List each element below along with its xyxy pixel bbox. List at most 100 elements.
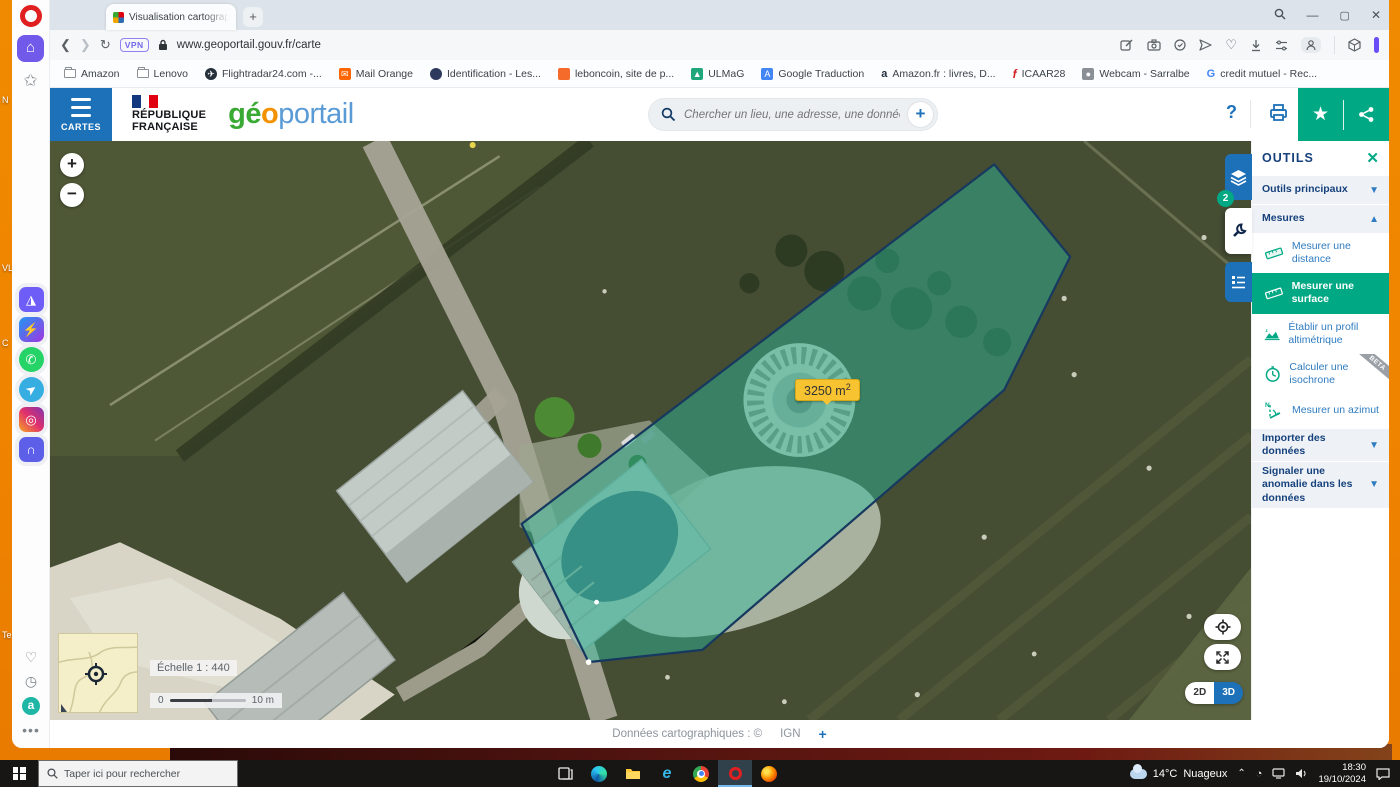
close-button[interactable]: ✕	[1371, 8, 1381, 22]
tool-mesurer-distance[interactable]: Mesurer une distance	[1252, 233, 1389, 273]
bookmark-item[interactable]: Gcredit mutuel - Rec...	[1207, 68, 1317, 80]
favorites-heart-icon[interactable]: ♡	[25, 649, 38, 666]
toggle-3d[interactable]: 3D	[1214, 682, 1243, 704]
bookmark-item[interactable]: ▲ULMaG	[691, 68, 744, 80]
tool-profil-altimetrique[interactable]: z Établir un profil altimétrique	[1252, 314, 1389, 354]
badge-shield-icon[interactable]	[1174, 39, 1186, 52]
panel-close-icon[interactable]: ✕	[1366, 149, 1379, 167]
bookmark-item[interactable]: ✉Mail Orange	[339, 68, 413, 80]
toggle-2d[interactable]: 2D	[1185, 682, 1214, 704]
network-display-icon[interactable]	[1272, 768, 1285, 779]
start-button[interactable]	[0, 760, 38, 787]
taskbar-clock[interactable]: 18:30 19/10/2024	[1318, 762, 1366, 786]
profile-icon[interactable]	[1301, 37, 1321, 53]
geolocate-button[interactable]	[1204, 614, 1241, 640]
sidebar-panel-toggle[interactable]	[1374, 37, 1379, 53]
search-input[interactable]	[684, 109, 900, 121]
firefox-icon[interactable]	[752, 760, 786, 787]
task-view-button[interactable]	[548, 760, 582, 787]
reload-icon[interactable]: ↻	[100, 37, 111, 53]
opera-menu-icon[interactable]	[20, 5, 42, 27]
attribution-ign[interactable]: IGN	[780, 728, 800, 740]
bookmark-item[interactable]: Amazon	[64, 68, 120, 80]
browser-tab[interactable]: Visualisation cartographique	[106, 4, 236, 30]
internet-explorer-icon[interactable]: e	[650, 760, 684, 787]
bookmark-item[interactable]: ●Webcam - Sarralbe	[1082, 68, 1189, 80]
geoportail-logo[interactable]: géoportail	[228, 98, 354, 131]
url-text[interactable]: www.geoportail.gouv.fr/carte	[177, 39, 1112, 51]
minimize-button[interactable]: —	[1307, 8, 1319, 22]
maximize-button[interactable]: ▢	[1340, 9, 1350, 22]
opera-icon-active[interactable]	[718, 760, 752, 787]
tool-calculer-isochrone[interactable]: Calculer une isochrone BETA	[1252, 354, 1389, 394]
notification-center-icon[interactable]	[1376, 768, 1390, 780]
player-app-icon[interactable]: ∩	[19, 437, 44, 462]
zoom-out-button[interactable]: −	[60, 183, 84, 207]
new-tab-button[interactable]: +	[243, 7, 263, 27]
scale-bar: 0 10 m	[150, 693, 282, 708]
zoom-in-button[interactable]: +	[60, 153, 84, 177]
search-bar[interactable]: +	[648, 98, 938, 131]
download-icon[interactable]	[1250, 39, 1262, 52]
taskbar-weather[interactable]: 14°C Nuageux	[1130, 768, 1228, 780]
section-mesures[interactable]: Mesures▲	[1252, 204, 1389, 233]
tweaks-icon[interactable]	[1275, 40, 1288, 51]
bookmark-item[interactable]: Identification - Les...	[430, 68, 541, 80]
bookmark-item[interactable]: aAmazon.fr : livres, D...	[881, 68, 995, 80]
history-clock-icon[interactable]: ◷	[25, 673, 37, 690]
tab-search-icon[interactable]	[1274, 8, 1286, 23]
share-button[interactable]	[1344, 106, 1389, 123]
fullscreen-button[interactable]	[1204, 644, 1241, 670]
cartes-menu-button[interactable]: CARTES	[50, 88, 112, 141]
bookmarks-icon[interactable]: ✩	[12, 71, 49, 91]
tray-app-icon[interactable]: ◔	[1256, 768, 1263, 780]
bookmark-item[interactable]: ✈Flightradar24.com -...	[205, 68, 322, 80]
messenger-icon[interactable]: ⚡	[19, 317, 44, 342]
section-outils-principaux[interactable]: Outils principaux▼	[1252, 175, 1389, 204]
chrome-icon[interactable]	[684, 760, 718, 787]
desktop-icon-label: Te	[2, 630, 12, 640]
back-icon[interactable]: ❮	[60, 37, 71, 53]
vpn-badge[interactable]: VPN	[120, 38, 149, 52]
file-explorer-icon[interactable]	[616, 760, 650, 787]
edit-page-icon[interactable]	[1120, 38, 1134, 52]
aria-app-icon[interactable]: ◮	[19, 287, 44, 312]
search-add-button[interactable]: +	[908, 102, 933, 127]
heart-icon[interactable]: ♡	[1225, 37, 1237, 53]
overview-minimap[interactable]	[58, 633, 138, 713]
tab-favicon	[113, 12, 124, 23]
telegram-icon[interactable]: ➤	[19, 377, 44, 402]
help-button[interactable]: ?	[1226, 102, 1237, 123]
ruler-icon	[1264, 245, 1284, 261]
sidebar-more-icon[interactable]: •••	[22, 722, 40, 738]
layers-tab[interactable]: 2	[1225, 154, 1252, 200]
extensions-cube-icon[interactable]	[1348, 38, 1361, 52]
bookmark-item[interactable]: fICAAR28	[1013, 67, 1066, 81]
map-canvas[interactable]: + − 3250 m2	[50, 141, 1251, 720]
section-signaler-anomalie[interactable]: Signaler une anomalie dans les données▼	[1252, 461, 1389, 507]
taskbar-search[interactable]: Taper ici pour rechercher	[38, 760, 238, 787]
flow-send-icon[interactable]	[1199, 39, 1212, 51]
leboncoin-icon	[558, 68, 570, 80]
favorites-star-button[interactable]: ★	[1298, 103, 1343, 126]
tool-mesurer-surface[interactable]: Mesurer une surface	[1252, 273, 1389, 313]
bookmark-item[interactable]: leboncoin, site de p...	[558, 68, 674, 80]
amazon-sidebar-icon[interactable]: a	[22, 697, 40, 715]
tray-expand-icon[interactable]: ⌃	[1237, 768, 1245, 779]
tool-mesurer-azimut[interactable]: N Mesurer un azimut	[1252, 394, 1389, 428]
bookmark-item[interactable]: Lenovo	[137, 68, 188, 80]
legend-tab[interactable]	[1225, 262, 1252, 302]
2d-3d-toggle[interactable]: 2D 3D	[1185, 682, 1243, 704]
print-button[interactable]	[1268, 103, 1289, 127]
section-importer-donnees[interactable]: Importer des données▼	[1252, 428, 1389, 461]
forward-icon[interactable]: ❯	[80, 37, 91, 53]
volume-icon[interactable]	[1295, 768, 1308, 779]
tools-tab-active[interactable]	[1225, 208, 1252, 254]
edge-icon[interactable]	[582, 760, 616, 787]
instagram-icon[interactable]: ◎	[19, 407, 44, 432]
attribution-expand-icon[interactable]: +	[819, 726, 827, 742]
whatsapp-icon[interactable]: ✆	[19, 347, 44, 372]
bookmark-item[interactable]: AGoogle Traduction	[761, 68, 864, 80]
speed-dial-button[interactable]: ⌂	[17, 35, 44, 62]
snapshot-camera-icon[interactable]	[1147, 39, 1161, 51]
